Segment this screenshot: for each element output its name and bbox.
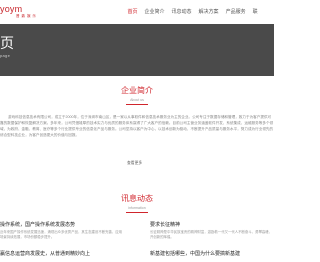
news-item-title[interactable]: 要求长征精神 [150, 221, 180, 228]
news-section-title: 讯息动态 [121, 194, 153, 203]
about-paragraph: 游戏科技信息技术有限公司，成立于2000年，位于深圳市南山区，是一家以从事软件和… [0, 115, 274, 137]
site-logo[interactable]: yoym [0, 4, 22, 14]
news-item-title[interactable]: 新基建包括哪些，中国为什么要搞新基建 [150, 250, 240, 257]
news-item-title[interactable]: 操作系统，国产操作系统发展态势 [0, 221, 75, 228]
nav-item-solutions[interactable]: 解决方案 [195, 0, 222, 24]
nav-item-products[interactable]: 产品服务 [222, 0, 249, 24]
about-divider [126, 104, 148, 105]
nav-item-about[interactable]: 企业简介 [141, 0, 168, 24]
news-item-title[interactable]: 赢信息运营商发展史，从普通到精妙向上 [0, 250, 90, 257]
more-button[interactable]: 查看更多 [127, 161, 142, 166]
about-section-title: 企业简介 [121, 86, 153, 95]
nav-item-contact[interactable]: 联 [249, 0, 261, 24]
news-item-excerpt: 近年来国产操作系统发展迅速，涌现出众多优秀产品，其生态建设不断完善，应用场景持续… [0, 230, 123, 239]
banner-subtitle: page [0, 53, 11, 58]
site-header: yoym 晋 鼎 娱 乐 首页 企业简介 讯息动态 解决方案 产品服务 联 [0, 0, 274, 24]
about-section-subtitle: About us [130, 98, 144, 102]
banner-title: 页 [0, 37, 14, 52]
nav-item-home[interactable]: 首页 [124, 0, 141, 24]
page-banner: 页 page [0, 24, 274, 76]
news-section-subtitle: information [128, 206, 146, 210]
nav-item-news[interactable]: 讯息动态 [168, 0, 195, 24]
main-nav: 首页 企业简介 讯息动态 解决方案 产品服务 联 [124, 0, 261, 24]
site-logo-subtitle: 晋 鼎 娱 乐 [16, 14, 37, 18]
news-divider [126, 212, 148, 213]
news-item-excerpt: 长征精神是中华民族宝贵的精神财富，激励着一代又一代人不断奋斗，勇攀高峰，开创新的… [150, 230, 273, 239]
